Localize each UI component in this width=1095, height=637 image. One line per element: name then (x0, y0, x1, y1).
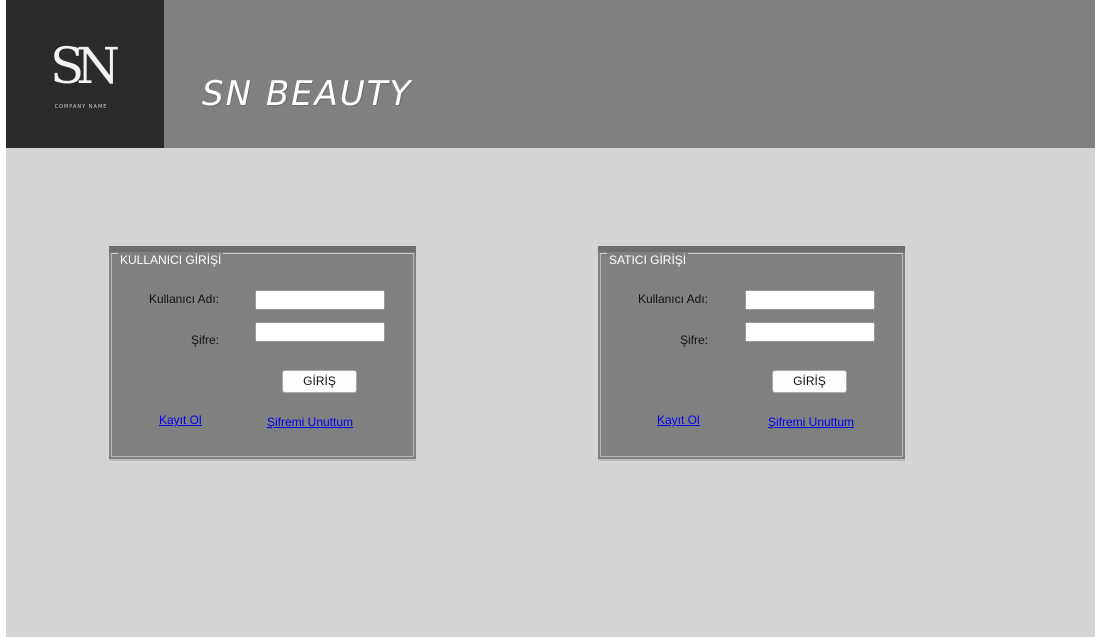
panel-frame: SATICI GİRİŞİ (600, 253, 903, 457)
panel-title: KULLANICI GİRİŞİ (118, 253, 224, 267)
seller-login-panel: SATICI GİRİŞİ Kullanıcı Adı: Şifre: GİRİ… (598, 246, 905, 461)
login-button[interactable]: GİRİŞ (772, 370, 847, 393)
forgot-password-link[interactable]: Şifremi Unuttum (768, 415, 854, 429)
username-label: Kullanıcı Adı: (148, 292, 219, 306)
password-label: Şifre: (679, 333, 708, 347)
password-input[interactable] (745, 322, 875, 342)
panel-topbar (598, 246, 905, 252)
login-button[interactable]: GİRİŞ (282, 370, 357, 393)
logo-mark: SN (49, 37, 120, 95)
forgot-password-link[interactable]: Şifremi Unuttum (267, 415, 353, 429)
panel-frame: KULLANICI GİRİŞİ (111, 253, 414, 457)
app-window: SN COMPANY NAME SN BEAUTY KULLANICI GİRİ… (6, 0, 1095, 637)
logo-subtitle: COMPANY NAME (54, 104, 108, 110)
register-link[interactable]: Kayıt Ol (657, 413, 700, 427)
password-label: Şifre: (190, 333, 219, 347)
brand-title: SN BEAUTY (202, 74, 413, 114)
username-label: Kullanıcı Adı: (637, 292, 708, 306)
username-input[interactable] (745, 290, 875, 310)
panel-title: SATICI GİRİŞİ (607, 253, 689, 267)
register-link[interactable]: Kayıt Ol (159, 413, 202, 427)
password-input[interactable] (255, 322, 385, 342)
header: SN COMPANY NAME SN BEAUTY (6, 0, 1095, 148)
username-input[interactable] (255, 290, 385, 310)
logo: SN COMPANY NAME (6, 0, 164, 148)
panel-topbar (109, 246, 416, 252)
user-login-panel: KULLANICI GİRİŞİ Kullanıcı Adı: Şifre: G… (109, 246, 416, 461)
